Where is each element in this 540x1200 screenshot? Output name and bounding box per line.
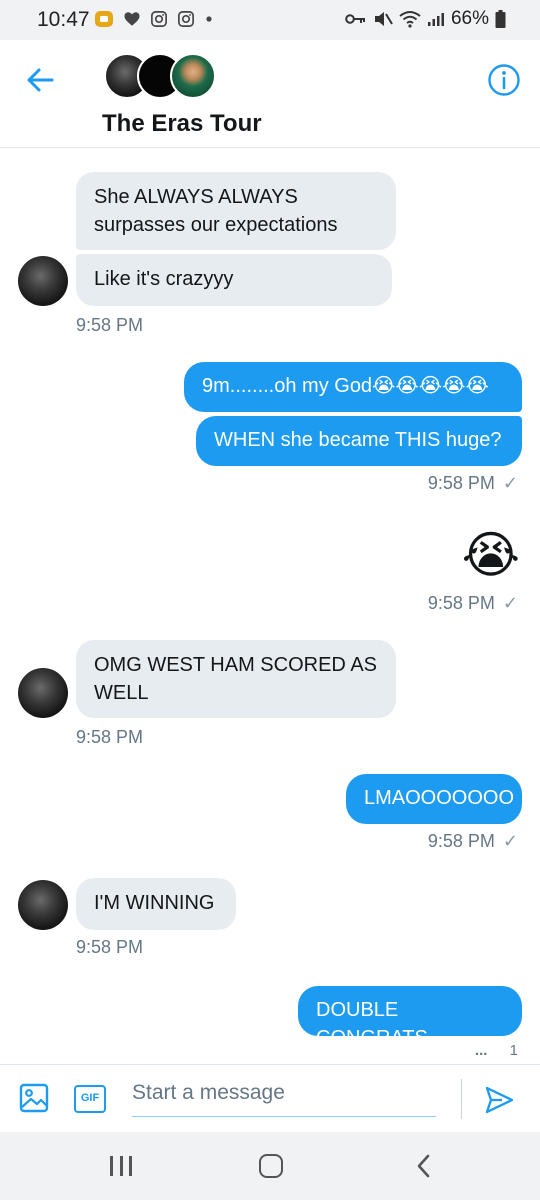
sent-check-icon: ✓: [502, 593, 518, 613]
gif-button[interactable]: GIF: [74, 1085, 106, 1113]
image-icon[interactable]: [19, 1083, 49, 1113]
home-icon[interactable]: [259, 1154, 283, 1178]
divider: [461, 1079, 462, 1119]
received-message[interactable]: I'M WINNING: [76, 878, 236, 930]
message-text: WHEN she became THIS huge?: [214, 429, 502, 451]
message-line: OMG WEST HAM SCORED AS: [94, 654, 377, 676]
conversation-header: The Eras Tour: [0, 40, 540, 148]
message-line: WELL: [94, 682, 149, 704]
sent-message[interactable]: LMAOOOOOOO: [346, 774, 522, 824]
system-nav-bar: [0, 1132, 540, 1200]
info-icon[interactable]: [486, 62, 522, 98]
avatar[interactable]: [18, 256, 68, 306]
mute-icon: [374, 12, 393, 26]
message-input[interactable]: Start a message: [132, 1081, 436, 1117]
back-icon[interactable]: [414, 1154, 434, 1178]
sent-check-icon: ✓: [502, 473, 518, 493]
conversation-title: The Eras Tour: [102, 110, 262, 137]
read-count: 1: [509, 1042, 518, 1059]
group-avatars[interactable]: [104, 53, 216, 101]
read-indicator: ... 1: [475, 1042, 518, 1059]
message-text: DOUBLE CONGRATS: [316, 999, 428, 1049]
avatar[interactable]: [18, 880, 68, 930]
instagram-icon: [151, 11, 167, 27]
key-icon: [345, 14, 365, 24]
app-notification-icon: [95, 11, 113, 27]
message-timestamp: 9:58 PM ✓: [427, 831, 518, 851]
received-message[interactable]: OMG WEST HAM SCORED AS WELL: [76, 640, 396, 718]
message-text: 9m........oh my God😭😭😭😭😭: [202, 375, 489, 397]
heart-icon: [124, 12, 140, 26]
received-message[interactable]: Like it's crazyyy: [76, 254, 392, 306]
more-dot-icon: [206, 16, 212, 22]
message-line: She ALWAYS ALWAYS: [94, 186, 298, 208]
message-timestamp: 9:58 PM ✓: [427, 593, 518, 613]
battery-icon: [495, 10, 506, 28]
avatar: [170, 53, 216, 99]
received-message[interactable]: She ALWAYS ALWAYS surpasses our expectat…: [76, 172, 396, 250]
message-text: I'M WINNING: [94, 892, 215, 914]
recent-apps-icon[interactable]: [110, 1156, 132, 1176]
signal-icon: [427, 13, 444, 26]
avatar[interactable]: [18, 668, 68, 718]
sent-message[interactable]: 9m........oh my God😭😭😭😭😭: [184, 362, 522, 412]
sent-check-icon: ✓: [502, 831, 518, 851]
status-time: 10:47: [37, 8, 90, 31]
instagram-icon: [178, 11, 194, 27]
message-text: LMAOOOOOOO: [364, 787, 515, 809]
message-line: surpasses our expectations: [94, 214, 338, 236]
message-timestamp: 9:58 PM: [76, 727, 144, 747]
notification-icons: [94, 9, 214, 29]
message-timestamp: 9:58 PM ✓: [427, 473, 518, 493]
message-timestamp: 9:58 PM: [76, 937, 144, 957]
battery-percent: 66%: [450, 8, 489, 29]
message-text: Like it's crazyyy: [94, 268, 234, 290]
arrow-left-icon[interactable]: [22, 62, 58, 98]
send-icon[interactable]: [484, 1085, 514, 1115]
read-dots: ...: [474, 1042, 488, 1059]
message-timestamp: 9:58 PM: [76, 315, 144, 335]
sent-message[interactable]: DOUBLE CONGRATS: [298, 986, 522, 1049]
message-composer: GIF Start a message: [0, 1064, 540, 1132]
status-bar: 10:47 66%: [0, 0, 540, 40]
wifi-icon: [399, 11, 421, 28]
emoji-message[interactable]: 😭: [462, 526, 520, 584]
sent-message[interactable]: WHEN she became THIS huge?: [196, 416, 522, 466]
status-right: 66%: [345, 8, 506, 30]
